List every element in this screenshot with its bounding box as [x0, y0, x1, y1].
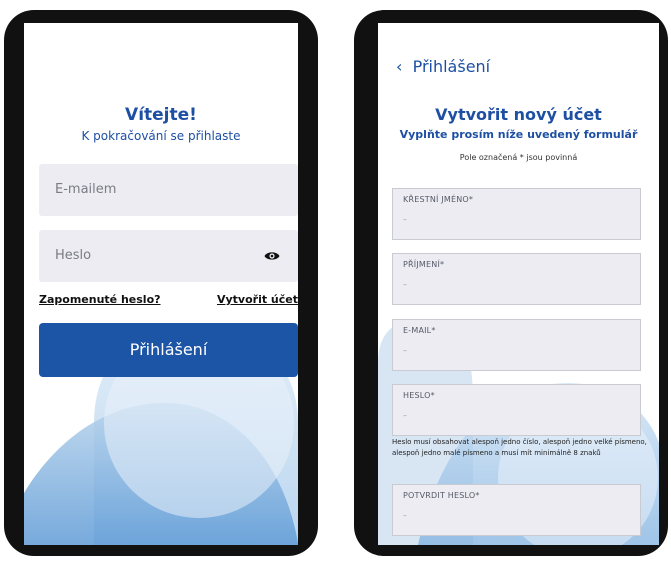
- field-label: KŘESTNÍ JMÉNO*: [403, 195, 474, 204]
- required-note: Pole označená * jsou povinná: [459, 153, 578, 162]
- background-decoration: [24, 323, 298, 545]
- field-label: E-MAIL*: [403, 326, 436, 335]
- field-placeholder: –: [403, 346, 407, 355]
- field-label: POTVRDIT HESLO*: [403, 491, 480, 500]
- password-placeholder: Heslo: [55, 248, 92, 263]
- field-label: HESLO*: [403, 391, 435, 400]
- last-name-field[interactable]: PŘÍJMENÍ* –: [392, 253, 641, 305]
- register-screen: ‹ Přihlášení Vytvořit nový účet Vyplňte …: [378, 23, 659, 545]
- back-label: Přihlášení: [412, 57, 491, 76]
- login-screen: Vítejte! K pokračování se přihlaste E-ma…: [24, 23, 298, 545]
- create-account-link[interactable]: Vytvořit účet: [217, 293, 298, 306]
- welcome-subtitle: K pokračování se přihlaste: [81, 129, 241, 143]
- password-field[interactable]: HESLO* –: [392, 384, 641, 436]
- page-title: Vytvořit nový účet: [435, 105, 602, 124]
- email-field[interactable]: E-MAIL* –: [392, 319, 641, 371]
- page-subtitle: Vyplňte prosím níže uvedený formulář: [399, 128, 638, 141]
- login-button[interactable]: Přihlášení: [39, 323, 298, 377]
- field-placeholder: –: [403, 280, 407, 289]
- field-placeholder: –: [403, 411, 407, 420]
- field-placeholder: –: [403, 511, 407, 520]
- email-placeholder: E-mailem: [55, 182, 117, 197]
- forgot-password-link[interactable]: Zapomenuté heslo?: [39, 293, 161, 306]
- field-label: PŘÍJMENÍ*: [403, 260, 445, 269]
- welcome-title: Vítejte!: [125, 105, 197, 125]
- password-input[interactable]: Heslo: [39, 230, 298, 282]
- chevron-left-icon: ‹: [396, 57, 403, 76]
- confirm-password-field[interactable]: POTVRDIT HESLO* –: [392, 484, 641, 536]
- password-hint: Heslo musí obsahovat alespoň jedno číslo…: [392, 438, 647, 457]
- email-input[interactable]: E-mailem: [39, 164, 298, 216]
- field-placeholder: –: [403, 215, 407, 224]
- first-name-field[interactable]: KŘESTNÍ JMÉNO* –: [392, 188, 641, 240]
- back-button[interactable]: ‹ Přihlášení: [396, 57, 490, 76]
- eye-icon[interactable]: [264, 249, 280, 263]
